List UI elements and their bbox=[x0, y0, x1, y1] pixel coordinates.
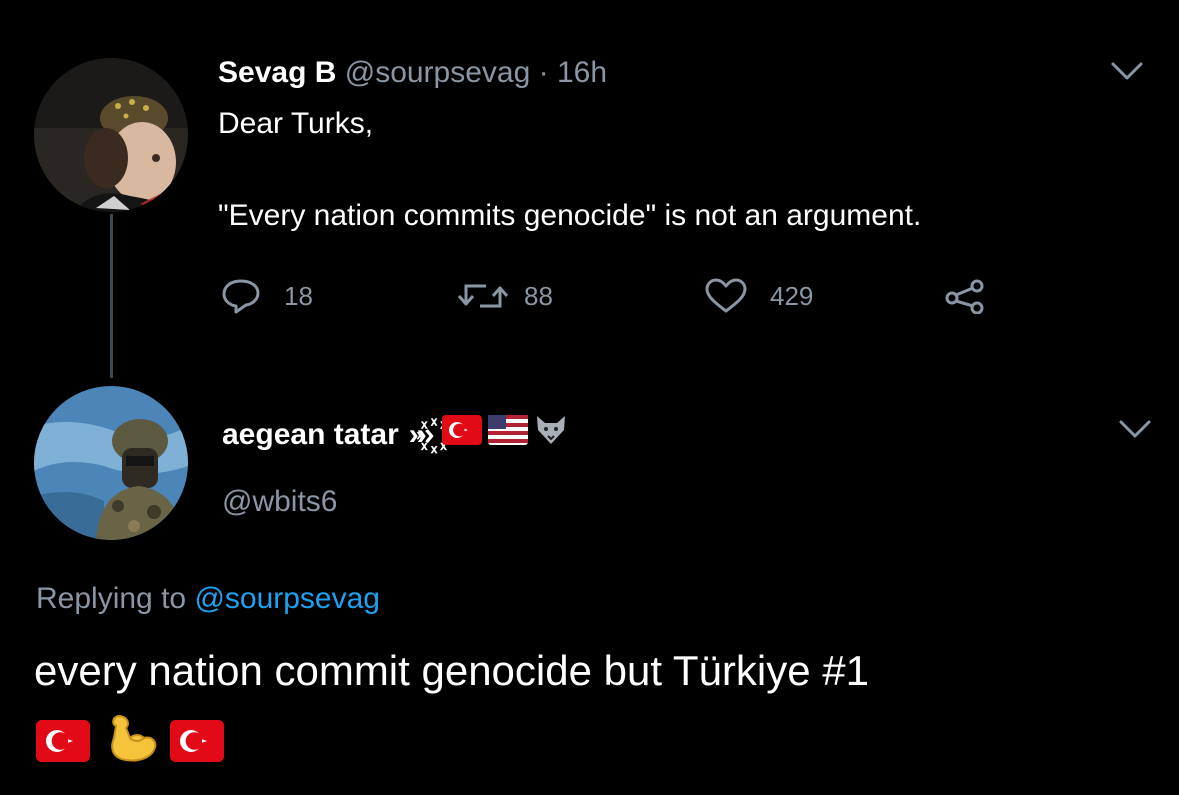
retweet-button[interactable]: 88 bbox=[456, 278, 553, 314]
us-flag-icon bbox=[488, 415, 529, 454]
tweet1-separator: · bbox=[538, 56, 549, 89]
retweet-count: 88 bbox=[524, 280, 553, 311]
tweet2-emoji-row bbox=[36, 712, 224, 769]
avatar-photo-soldier bbox=[34, 386, 188, 540]
heart-icon bbox=[705, 278, 747, 313]
turkish-flag-icon bbox=[442, 415, 483, 454]
replying-to-line: Replying to @sourpsevag bbox=[36, 581, 380, 617]
thread-connector-line bbox=[110, 214, 113, 378]
name-decoration-arrows: ›››꙰ bbox=[408, 417, 434, 451]
share-icon bbox=[945, 279, 984, 314]
reply-button[interactable]: 18 bbox=[220, 278, 313, 314]
chevron-down-icon[interactable] bbox=[1118, 418, 1152, 440]
chevron-down-icon[interactable] bbox=[1110, 60, 1144, 82]
tweet1-handle[interactable]: @sourpsevag bbox=[345, 56, 531, 89]
reply-count: 18 bbox=[284, 280, 313, 311]
turkish-flag-icon bbox=[170, 719, 224, 762]
replying-prefix: Replying to bbox=[36, 582, 187, 615]
tweet2-display-name[interactable]: aegean tatar bbox=[222, 417, 399, 453]
wolf-icon bbox=[534, 414, 568, 455]
replying-mention-link[interactable]: @sourpsevag bbox=[194, 582, 380, 615]
avatar-aegean-tatar[interactable] bbox=[34, 386, 188, 540]
tweet1-text-line2: "Every nation commits genocide" is not a… bbox=[218, 199, 922, 232]
like-button[interactable]: 429 bbox=[704, 278, 813, 314]
avatar-photo-child bbox=[34, 58, 188, 212]
tweet1-time[interactable]: 16h bbox=[557, 56, 607, 89]
retweet-icon bbox=[457, 284, 509, 308]
tweet2-handle[interactable]: @wbits6 bbox=[222, 484, 338, 520]
avatar-sevag[interactable] bbox=[34, 58, 188, 212]
tweet1-header: Sevag B @sourpsevag · 16h bbox=[218, 55, 607, 91]
share-button[interactable] bbox=[944, 278, 986, 314]
tweet1-text-line1: Dear Turks, bbox=[218, 107, 374, 140]
turkish-flag-icon bbox=[36, 719, 90, 762]
tweet2-body: every nation commit genocide but Türkiye… bbox=[34, 647, 869, 694]
flexed-biceps-icon bbox=[104, 712, 158, 769]
reply-icon bbox=[222, 279, 260, 314]
tweet2-name-row: aegean tatar ›››꙰ bbox=[222, 414, 568, 455]
like-count: 429 bbox=[770, 280, 814, 311]
tweet1-display-name[interactable]: Sevag B bbox=[218, 56, 336, 89]
